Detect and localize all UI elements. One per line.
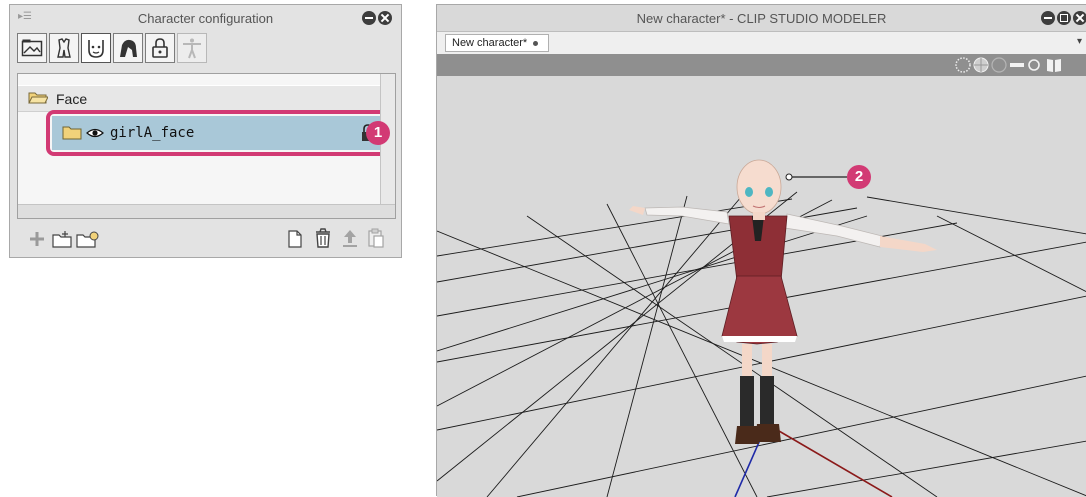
- scene-icon: [21, 39, 43, 57]
- folder-load-icon[interactable]: [75, 229, 101, 249]
- tree-row-face-folder[interactable]: Face: [18, 85, 381, 112]
- face-icon: [88, 40, 104, 58]
- document-tab-label: New character*: [452, 37, 528, 49]
- tab-menu-arrow-icon[interactable]: ▾: [1077, 36, 1082, 47]
- document-tab[interactable]: New character*: [445, 34, 549, 52]
- callout-highlight-1: [46, 110, 388, 156]
- tab-accessory[interactable]: [145, 33, 175, 63]
- callout-badge-2: 2: [847, 165, 871, 189]
- upload-icon[interactable]: [342, 229, 358, 247]
- folder-label: Face: [56, 91, 88, 107]
- view-display-toolbar: [437, 54, 1086, 76]
- close-icon[interactable]: [378, 11, 392, 25]
- panel-bottom-toolbar: [17, 225, 396, 253]
- solid-sphere-icon[interactable]: [973, 57, 989, 73]
- delete-icon[interactable]: [314, 228, 332, 248]
- texture-icon[interactable]: [1045, 57, 1063, 73]
- maximize-icon[interactable]: [1057, 11, 1071, 25]
- panel-title: Character configuration: [137, 11, 274, 26]
- layer-tree: Face girlA_face: [17, 73, 396, 219]
- minimize-icon[interactable]: [362, 11, 376, 25]
- add-icon[interactable]: [29, 231, 45, 247]
- accessory-icon: [152, 38, 168, 58]
- tab-face[interactable]: [81, 33, 111, 63]
- category-tabs: [17, 33, 209, 65]
- tab-scene[interactable]: [17, 33, 47, 63]
- document-tab-bar: New character* ▾: [437, 31, 1086, 55]
- new-layer-icon[interactable]: [287, 230, 303, 248]
- tab-body-figure[interactable]: [177, 33, 207, 63]
- window-title-bar[interactable]: New character* - CLIP STUDIO MODELER: [437, 5, 1086, 31]
- body-figure-icon: [183, 38, 201, 59]
- close-icon[interactable]: [1073, 11, 1086, 25]
- wire-sphere-icon[interactable]: [991, 57, 1007, 73]
- callout-anchor-dot: [785, 173, 793, 181]
- paste-icon[interactable]: [367, 228, 385, 248]
- modeler-window: New character* - CLIP STUDIO MODELER New…: [436, 4, 1086, 497]
- 3d-scene: [437, 159, 1086, 497]
- tab-hair[interactable]: [113, 33, 143, 63]
- window-title: New character* - CLIP STUDIO MODELER: [636, 11, 887, 26]
- callout-badge-1: 1: [366, 121, 390, 145]
- folder-open-icon: [28, 92, 48, 104]
- joint-icon[interactable]: [1027, 57, 1041, 73]
- costume-icon: [57, 38, 71, 58]
- bone-icon[interactable]: [1009, 57, 1025, 73]
- character-configuration-panel: ▸☰ Character configuration Face girlA_fa…: [9, 4, 402, 258]
- character-model: [629, 159, 937, 444]
- new-folder-icon[interactable]: [51, 229, 75, 249]
- hair-icon: [120, 39, 137, 57]
- tab-costume[interactable]: [49, 33, 79, 63]
- 3d-viewport[interactable]: 2: [437, 76, 1086, 497]
- tree-horizontal-scrollbar[interactable]: [18, 204, 395, 218]
- unsaved-dot-icon: [533, 41, 538, 46]
- point-display-icon[interactable]: [955, 57, 971, 73]
- minimize-icon[interactable]: [1041, 11, 1055, 25]
- panel-title-bar[interactable]: ▸☰ Character configuration: [10, 5, 401, 32]
